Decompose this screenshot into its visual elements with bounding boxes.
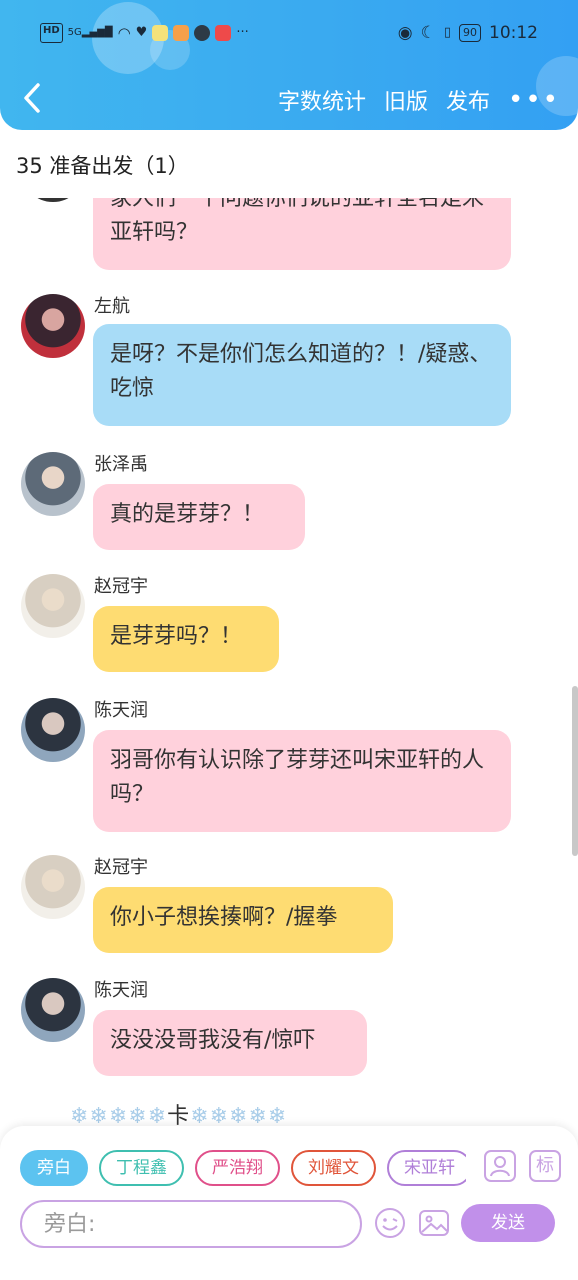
nav-bar: 字数统计 旧版 发布 •••: [0, 70, 578, 126]
sender-name: 赵冠宇: [94, 576, 148, 597]
scrollbar-thumb[interactable]: [572, 686, 578, 856]
eye-icon: ◉: [397, 23, 413, 43]
message-input[interactable]: [20, 1200, 362, 1248]
wechat-icon: [194, 25, 211, 41]
sender-name: 陈天润: [94, 700, 148, 721]
role-chip-row[interactable]: 旁白 丁程鑫 严浩翔 刘耀文 宋亚轩: [20, 1150, 466, 1188]
image-button[interactable]: [417, 1206, 451, 1240]
back-button[interactable]: [18, 80, 48, 116]
message-bubble: 羽哥你有认识除了芽芽还叫宋亚轩的人吗？: [93, 730, 511, 832]
status-bar: HD 5G▂▄▆█ ◠ ♥ ··· ◉ ☾ ▯ 90 10:12: [0, 18, 578, 52]
avatar[interactable]: [21, 294, 85, 358]
message-bubble: 没没没哥我没有/惊吓: [93, 1010, 367, 1076]
avatar[interactable]: [21, 698, 85, 762]
old-version-button[interactable]: 旧版: [384, 84, 428, 116]
composer-panel: 旁白丁程鑫严浩翔刘耀文宋亚轩 标 发送: [0, 1126, 578, 1280]
role-chip-narration[interactable]: 旁白: [20, 1150, 88, 1186]
sender-name: 左航: [94, 296, 130, 317]
signal-icon: 5G▂▄▆█: [67, 27, 113, 38]
role-chip[interactable]: 丁程鑫: [99, 1150, 184, 1186]
avatar[interactable]: [21, 452, 85, 516]
role-chip[interactable]: 严浩翔: [195, 1150, 280, 1186]
hd-badge: HD: [40, 23, 63, 43]
message-bubble: 你小子想挨揍啊？/握拳: [93, 887, 393, 953]
more-notifications: ···: [236, 25, 249, 40]
sender-name: 张泽禹: [94, 454, 148, 475]
publish-button[interactable]: 发布: [446, 84, 490, 116]
chat-title: 35 准备出发（1）: [16, 154, 189, 178]
tag-button[interactable]: 标: [529, 1150, 561, 1182]
role-chip[interactable]: 刘耀文: [291, 1150, 376, 1186]
avatar[interactable]: [21, 855, 85, 919]
smile-icon: [375, 1208, 405, 1238]
image-icon: [419, 1210, 449, 1236]
avatar[interactable]: [21, 574, 85, 638]
role-chip[interactable]: 宋亚轩: [387, 1150, 466, 1186]
send-button[interactable]: 发送: [461, 1204, 555, 1242]
vibrate-icon: ▯: [443, 25, 451, 40]
red-app-icon: [215, 25, 232, 41]
avatar[interactable]: [21, 198, 85, 202]
weibo-icon: [173, 25, 190, 41]
emoji-button[interactable]: [373, 1206, 407, 1240]
word-count-button[interactable]: 字数统计: [278, 84, 366, 116]
app-notification-icon: [152, 25, 169, 41]
sender-name: 陈天润: [94, 980, 148, 1001]
clock: 10:12: [489, 23, 538, 43]
wifi-icon: ◠: [117, 24, 131, 42]
avatar[interactable]: [21, 978, 85, 1042]
message-bubble: 真的是芽芽？！: [93, 484, 305, 550]
heart-app-icon: ♥: [135, 25, 148, 40]
sender-name: 赵冠宇: [94, 857, 148, 878]
message-list[interactable]: 家人们一个问题你们说的亚轩全名是宋亚轩吗？ 左航 是呀？不是你们怎么知道的？！/…: [0, 198, 578, 1128]
battery-indicator: 90: [459, 24, 481, 42]
message-bubble: 是呀？不是你们怎么知道的？！/疑惑、吃惊: [93, 324, 511, 426]
more-options-button[interactable]: •••: [508, 87, 560, 113]
chevron-left-icon: [24, 83, 40, 113]
user-card-button[interactable]: [484, 1150, 516, 1182]
moon-icon: ☾: [420, 23, 436, 43]
message-bubble: 家人们一个问题你们说的亚轩全名是宋亚轩吗？: [93, 198, 511, 270]
app-header: HD 5G▂▄▆█ ◠ ♥ ··· ◉ ☾ ▯ 90 10:12 字数统计 旧版…: [0, 0, 578, 130]
network-type: 5G: [67, 27, 82, 38]
user-card-icon: [490, 1156, 510, 1177]
message-bubble: 是芽芽吗？！: [93, 606, 279, 672]
